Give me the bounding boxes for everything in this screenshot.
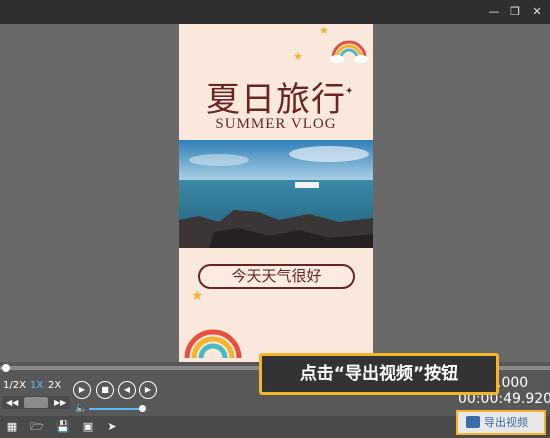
poster-title: 夏日旅行 (206, 80, 346, 120)
share-icon[interactable]: ➤ (105, 420, 119, 434)
poster-subtitle: SUMMER VLOG (215, 116, 337, 132)
rewind-icon[interactable]: ◀◀ (6, 396, 18, 409)
fast-forward-icon[interactable]: ▶▶ (54, 396, 66, 409)
volume-slider[interactable] (89, 408, 143, 410)
previous-frame-button[interactable]: ◀ (118, 381, 136, 399)
time-current: .000 (497, 375, 529, 391)
export-video-label: 导出视频 (484, 416, 528, 429)
export-video-button[interactable]: 导出视频 (456, 410, 546, 435)
star-icon: ★ (319, 24, 329, 37)
star-icon: ★ (293, 50, 303, 63)
rainbow-icon (330, 40, 368, 63)
project-icon[interactable]: ▦ (5, 420, 19, 434)
rainbow-icon (184, 329, 242, 359)
save-icon[interactable]: 💾 (56, 420, 70, 434)
export-icon (466, 416, 480, 428)
speed-normal[interactable]: 1X (30, 379, 43, 393)
play-button[interactable]: ▶ (73, 381, 91, 399)
frame-seekbar[interactable]: ◀◀ ▶▶ (2, 396, 70, 409)
instruction-tooltip: 点击“导出视频”按钮 (259, 353, 499, 395)
volume-handle[interactable] (139, 405, 146, 412)
video-preview: ★ ★ ✦ ★ 夏日旅行 SUMMER VLOG 今天天气很好 (0, 24, 550, 362)
minimize-icon[interactable]: — (486, 4, 502, 20)
close-icon[interactable]: ✕ (529, 4, 545, 20)
next-frame-button[interactable]: ▶ (139, 381, 157, 399)
speed-half[interactable]: 1/2X (3, 379, 26, 393)
timeline-handle[interactable] (2, 364, 10, 372)
title-bar: — ❐ ✕ (0, 0, 550, 24)
sea-photo (179, 140, 373, 248)
speed-double[interactable]: 2X (48, 379, 61, 393)
open-folder-icon[interactable]: 🗁 (30, 420, 44, 434)
app-window: — ❐ ✕ ★ ★ ✦ ★ 夏日旅行 SUMMER VLOG 今天天气很好 1/… (0, 0, 550, 438)
stop-button[interactable]: ■ (96, 381, 114, 399)
save-as-icon[interactable]: ▣ (81, 420, 95, 434)
frame-slider[interactable] (24, 397, 48, 408)
poster-banner: 今天天气很好 (198, 264, 355, 289)
restore-icon[interactable]: ❐ (507, 4, 523, 20)
star-icon: ★ (191, 288, 204, 304)
video-frame: ★ ★ ✦ ★ 夏日旅行 SUMMER VLOG 今天天气很好 (179, 24, 373, 362)
volume-icon[interactable]: 🔈 (75, 403, 87, 414)
